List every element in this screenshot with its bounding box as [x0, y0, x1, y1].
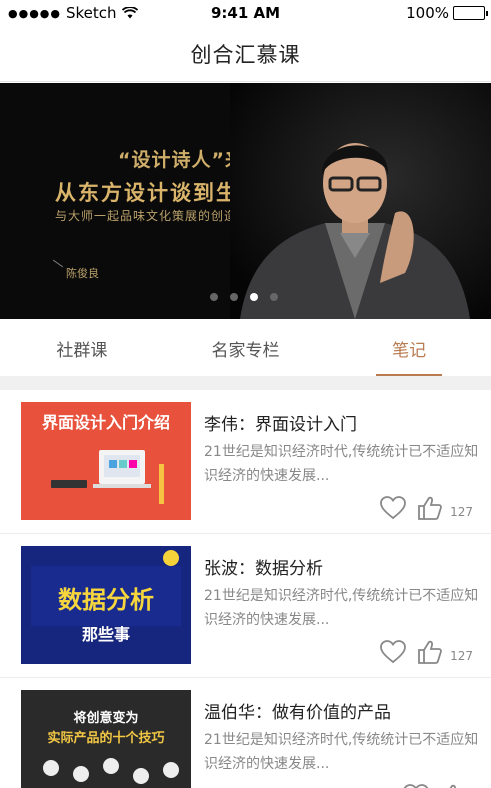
tab-bar: 社群课 名家专栏 笔记 — [0, 320, 491, 376]
tab-0[interactable]: 社群课 — [0, 320, 164, 376]
article-actions — [403, 784, 473, 788]
article-summary: 21世纪是知识经济时代,传统统计已不适应知识经济的快速发展... — [204, 732, 479, 772]
speaker-portrait — [230, 83, 491, 319]
article-summary: 21世纪是知识经济时代,传统统计已不适应知识经济的快速发展... — [204, 444, 479, 484]
like-count: 127 — [450, 649, 473, 663]
pager-dot[interactable] — [270, 293, 278, 301]
svg-text:实际产品的十个技巧: 实际产品的十个技巧 — [47, 730, 164, 746]
pager-dot[interactable] — [230, 293, 238, 301]
article-title[interactable]: 张波：数据分析 — [204, 554, 323, 579]
like-thumb-icon[interactable] — [441, 784, 465, 788]
favorite-heart-icon[interactable] — [380, 640, 406, 664]
banner-carousel[interactable]: “设计诗人”来了 从东方设计谈到生活美学 与大师一起品味文化策展的创造魅力 陈俊… — [0, 83, 491, 319]
like-thumb-icon[interactable] — [418, 640, 442, 664]
page-title: 创合汇慕课 — [190, 42, 301, 67]
article-item[interactable]: 将创意变为 实际产品的十个技巧 温伯华：做有价值的产品 21世纪是知识经济时代,… — [0, 678, 491, 788]
nav-bar: 创合汇慕课 — [0, 26, 491, 82]
article-list: 界面设计入门介绍 李伟：界面设计入门 21世纪是知识经济时代,传统统计已不适应知… — [0, 390, 491, 788]
article-title[interactable]: 温伯华：做有价值的产品 — [204, 698, 391, 723]
pager-dot[interactable] — [210, 293, 218, 301]
tab-2[interactable]: 笔记 — [327, 320, 491, 376]
like-thumb-icon[interactable] — [418, 496, 442, 520]
carousel-pager[interactable] — [210, 293, 278, 301]
banner-author: 陈俊良 — [66, 267, 99, 280]
article-item[interactable]: 数据分析 那些事 张波：数据分析 21世纪是知识经济时代,传统统计已不适应知识经… — [0, 534, 491, 678]
article-thumbnail[interactable]: 数据分析 那些事 — [21, 546, 191, 664]
article-item[interactable]: 界面设计入门介绍 李伟：界面设计入门 21世纪是知识经济时代,传统统计已不适应知… — [0, 390, 491, 534]
favorite-heart-icon[interactable] — [380, 496, 406, 520]
svg-text:将创意变为: 将创意变为 — [73, 710, 138, 726]
article-actions: 127 — [380, 496, 473, 520]
battery-group: 100% — [406, 4, 488, 22]
pager-dot[interactable] — [250, 293, 258, 301]
svg-text:数据分析: 数据分析 — [58, 586, 154, 614]
status-bar: ●●●●● Sketch 9:41 AM 100% — [0, 0, 491, 26]
battery-icon — [453, 6, 488, 20]
article-title[interactable]: 李伟：界面设计入门 — [204, 410, 357, 435]
battery-percent: 100% — [406, 4, 449, 22]
section-divider — [0, 376, 491, 390]
article-summary: 21世纪是知识经济时代,传统统计已不适应知识经济的快速发展... — [204, 588, 479, 628]
favorite-heart-icon[interactable] — [403, 784, 429, 788]
svg-text:那些事: 那些事 — [82, 625, 130, 644]
author-divider — [52, 259, 64, 268]
tab-1[interactable]: 名家专栏 — [164, 320, 328, 376]
svg-text:界面设计入门介绍: 界面设计入门介绍 — [42, 413, 170, 432]
article-thumbnail[interactable]: 将创意变为 实际产品的十个技巧 — [21, 690, 191, 788]
article-thumbnail[interactable]: 界面设计入门介绍 — [21, 402, 191, 520]
like-count: 127 — [450, 505, 473, 519]
article-actions: 127 — [380, 640, 473, 664]
